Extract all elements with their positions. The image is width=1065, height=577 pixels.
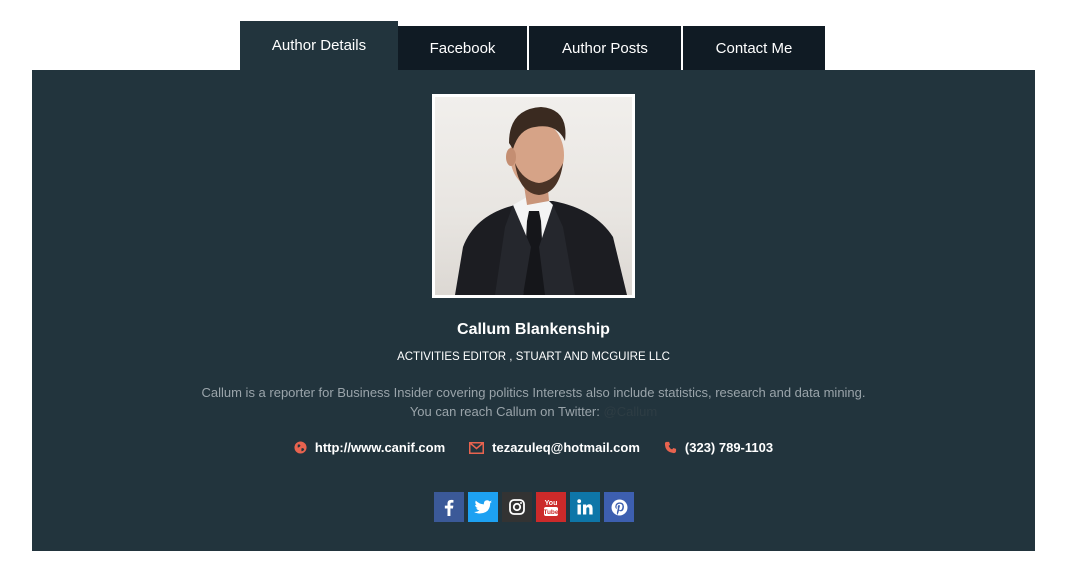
tab-author-posts[interactable]: Author Posts — [529, 26, 681, 70]
pinterest-button[interactable] — [604, 492, 634, 522]
phone-contact[interactable]: (323) 789-1103 — [664, 440, 773, 455]
author-photo — [435, 97, 632, 295]
tab-contact-me[interactable]: Contact Me — [683, 26, 825, 70]
instagram-button[interactable] — [502, 492, 532, 522]
instagram-icon — [509, 499, 525, 515]
author-panel: Callum Blankenship ACTIVITIES EDITOR , S… — [32, 70, 1035, 551]
youtube-button[interactable]: You Tube — [536, 492, 566, 522]
globe-icon — [294, 441, 307, 454]
website-contact[interactable]: http://www.canif.com — [294, 440, 445, 455]
contact-info: http://www.canif.com tezazuleq@hotmail.c… — [32, 440, 1035, 455]
social-links: You Tube — [434, 492, 638, 522]
author-tabs: Author Details Facebook Author Posts Con… — [240, 21, 825, 70]
linkedin-button[interactable] — [570, 492, 600, 522]
tab-facebook[interactable]: Facebook — [398, 26, 527, 70]
youtube-icon: You Tube — [543, 500, 558, 516]
author-role: ACTIVITIES EDITOR , STUART AND MCGUIRE L… — [397, 351, 670, 363]
twitter-button[interactable] — [468, 492, 498, 522]
author-bio: Callum is a reporter for Business Inside… — [32, 383, 1035, 421]
facebook-icon — [444, 499, 454, 516]
linkedin-icon — [577, 499, 593, 515]
bio-twitter-prefix: You can reach Callum on Twitter: — [409, 404, 600, 419]
svg-text:Tube: Tube — [543, 509, 558, 516]
twitter-icon — [474, 499, 492, 513]
twitter-handle-link[interactable]: @Callum — [604, 404, 658, 419]
tab-author-details[interactable]: Author Details — [240, 21, 398, 70]
bio-line-2: You can reach Callum on Twitter: @Callum — [32, 402, 1035, 421]
svg-text:You: You — [545, 500, 558, 507]
envelope-icon — [469, 441, 485, 454]
facebook-button[interactable] — [434, 492, 464, 522]
email-contact[interactable]: tezazuleq@hotmail.com — [469, 440, 640, 455]
phone-icon — [664, 441, 676, 454]
phone-number[interactable]: (323) 789-1103 — [685, 440, 773, 455]
website-link[interactable]: http://www.canif.com — [315, 440, 445, 455]
bio-line-1: Callum is a reporter for Business Inside… — [201, 385, 866, 400]
email-link[interactable]: tezazuleq@hotmail.com — [492, 440, 640, 455]
author-name: Callum Blankenship — [457, 321, 610, 338]
author-photo-frame — [432, 94, 635, 298]
pinterest-icon — [611, 499, 627, 515]
